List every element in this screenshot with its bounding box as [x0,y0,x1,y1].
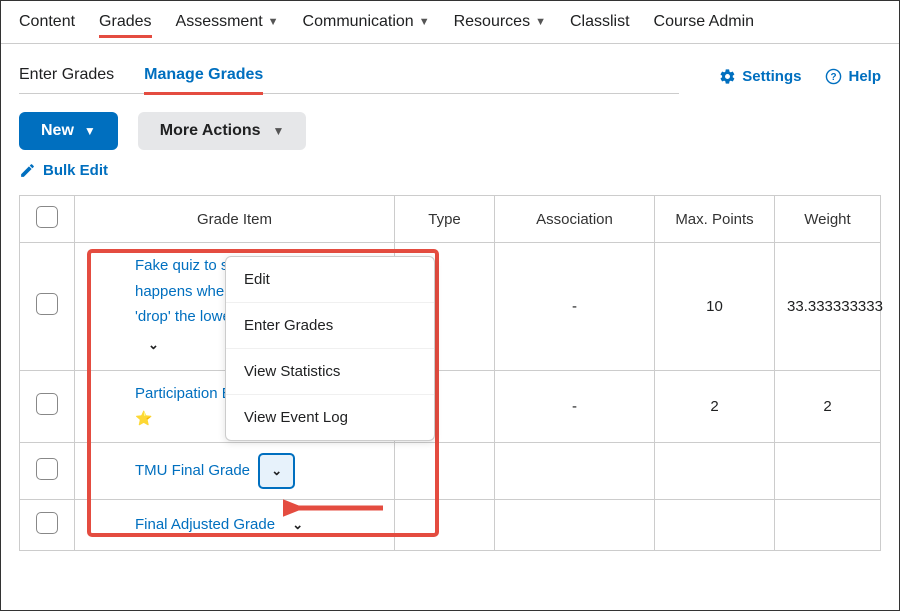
bonus-star-icon: ⭐ [135,410,152,426]
chevron-down-icon: ▼ [419,16,430,28]
cell-max-points [655,499,775,550]
row-checkbox[interactable] [36,458,58,480]
cell-weight: 33.333333333 [775,243,881,371]
cell-max-points [655,442,775,499]
context-menu-dropdown: Edit Enter Grades View Statistics View E… [225,256,435,441]
toolbar-links: Settings ? Help [719,68,881,85]
cell-association: - [495,370,655,442]
header-association: Association [495,196,655,243]
more-actions-button[interactable]: More Actions ▼ [138,112,307,150]
actions-row: New ▼ More Actions ▼ [1,94,899,162]
help-icon: ? [825,68,842,85]
chevron-down-icon: ▼ [535,16,546,28]
menu-view-statistics[interactable]: View Statistics [226,349,434,395]
nav-content[interactable]: Content [19,9,75,35]
nav-resources[interactable]: Resources ▼ [454,9,546,35]
cell-max-points: 2 [655,370,775,442]
top-nav: Content Grades Assessment ▼ Communication… [1,1,899,44]
item-context-menu[interactable]: ⌄ [139,330,168,360]
header-weight: Weight [775,196,881,243]
nav-assessment-label: Assessment [176,13,263,31]
nav-communication[interactable]: Communication ▼ [303,9,430,35]
grades-table-wrap: Grade Item Type Association Max. Points … [1,195,899,551]
new-button-label: New [41,122,74,140]
bulk-edit-label: Bulk Edit [43,162,108,179]
row-checkbox[interactable] [36,393,58,415]
chevron-down-icon: ▼ [268,16,279,28]
menu-view-event-log[interactable]: View Event Log [226,395,434,440]
header-type: Type [395,196,495,243]
help-link[interactable]: ? Help [825,68,881,85]
gear-icon [719,68,736,85]
menu-edit[interactable]: Edit [226,257,434,303]
chevron-down-icon: ▼ [84,124,96,138]
nav-grades[interactable]: Grades [99,9,151,38]
sub-tabs: Enter Grades Manage Grades [19,58,679,94]
cell-association [495,442,655,499]
nav-resources-label: Resources [454,13,530,31]
svg-text:?: ? [831,72,837,83]
bulk-edit-link[interactable]: Bulk Edit [19,162,108,179]
cell-weight: 2 [775,370,881,442]
cell-type [395,499,495,550]
grades-table: Grade Item Type Association Max. Points … [19,195,881,551]
cell-weight [775,442,881,499]
tab-manage-grades[interactable]: Manage Grades [144,58,263,95]
row-checkbox[interactable] [36,512,58,534]
item-context-menu[interactable]: ⌄ [283,510,312,540]
sub-header: Enter Grades Manage Grades Settings ? He… [1,44,899,94]
new-button[interactable]: New ▼ [19,112,118,150]
grade-item-link[interactable]: TMU Final Grade [135,462,250,479]
tab-enter-grades[interactable]: Enter Grades [19,58,114,93]
table-row: Fake quiz to see whathappens when you'dr… [20,243,881,371]
cell-type [395,442,495,499]
more-actions-label: More Actions [160,122,261,140]
cell-weight [775,499,881,550]
row-checkbox[interactable] [36,293,58,315]
grade-item-link[interactable]: Final Adjusted Grade [135,516,275,533]
settings-label: Settings [742,68,801,85]
settings-link[interactable]: Settings [719,68,801,85]
nav-course-admin[interactable]: Course Admin [654,9,755,35]
chevron-down-icon: ▼ [273,124,285,138]
nav-classlist[interactable]: Classlist [570,9,630,35]
table-row: Participation Bonus ⭐ - 2 2 [20,370,881,442]
header-max-points: Max. Points [655,196,775,243]
cell-max-points: 10 [655,243,775,371]
table-row: TMU Final Grade ⌄ [20,442,881,499]
nav-assessment[interactable]: Assessment ▼ [176,9,279,35]
cell-association: - [495,243,655,371]
header-grade-item: Grade Item [75,196,395,243]
help-label: Help [848,68,881,85]
menu-enter-grades[interactable]: Enter Grades [226,303,434,349]
select-all-checkbox[interactable] [36,206,58,228]
cell-association [495,499,655,550]
item-context-menu[interactable]: ⌄ [258,453,295,489]
pencil-icon [19,162,36,179]
table-row: Final Adjusted Grade ⌄ [20,499,881,550]
nav-communication-label: Communication [303,13,414,31]
bulk-edit-row: Bulk Edit [1,162,899,195]
